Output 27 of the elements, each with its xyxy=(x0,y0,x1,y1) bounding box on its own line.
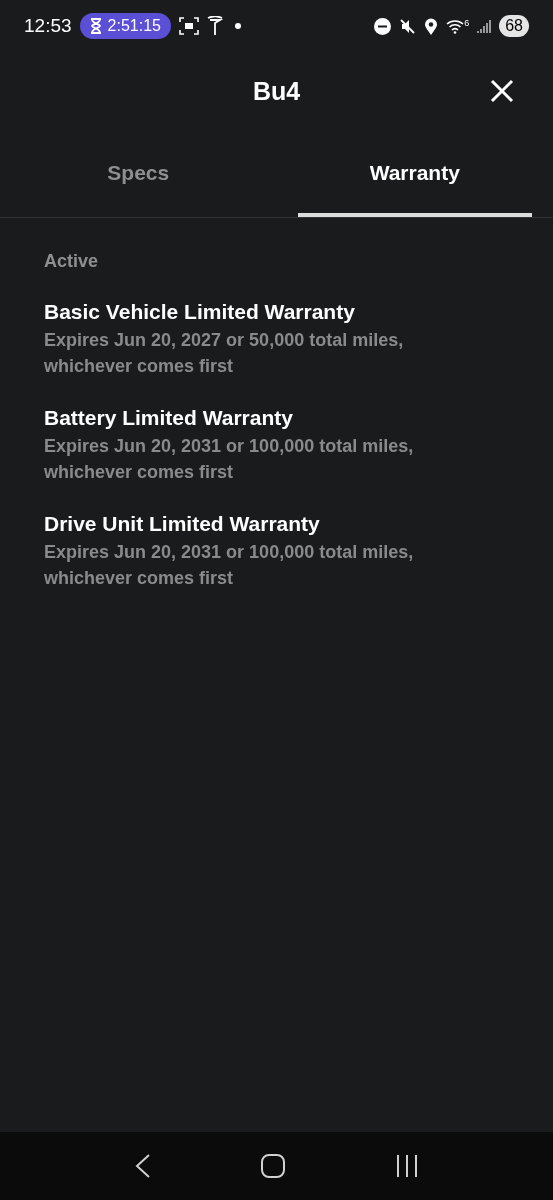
do-not-disturb-icon xyxy=(374,17,392,35)
warranty-detail: Expires Jun 20, 2027 or 50,000 total miles, whichever comes first xyxy=(44,329,405,378)
tesla-logo-icon xyxy=(206,16,223,36)
recent-apps-icon[interactable] xyxy=(395,1154,418,1178)
warranty-detail: Expires Jun 20, 2031 or 100,000 total miles, whichever comes first xyxy=(44,435,415,484)
battery-indicator: 68 xyxy=(499,15,529,37)
tab[interactable]: Specs xyxy=(21,132,256,217)
warranty-title: Drive Unit Limited Warranty xyxy=(44,511,321,537)
home-icon[interactable] xyxy=(261,1154,286,1178)
screenshot-icon xyxy=(178,17,199,35)
dot-icon xyxy=(234,23,241,29)
warranty-title: Battery Limited Warranty xyxy=(44,405,294,431)
close-button[interactable] xyxy=(489,78,515,104)
status-time: 12:53 xyxy=(24,13,72,38)
signal-icon xyxy=(477,18,492,34)
wifi-band-label: 6 xyxy=(464,18,470,28)
location-icon xyxy=(424,17,439,35)
back-icon[interactable] xyxy=(135,1154,152,1178)
tab[interactable]: Warranty xyxy=(297,132,532,217)
section-heading: Active xyxy=(44,250,100,273)
hourglass-icon xyxy=(89,18,102,34)
timer-text: 2:51:15 xyxy=(107,16,161,36)
mute-icon xyxy=(399,17,417,35)
warranty-title: Basic Vehicle Limited Warranty xyxy=(44,299,356,325)
warranty-detail: Expires Jun 20, 2031 or 100,000 total miles, whichever comes first xyxy=(44,541,415,590)
page-title: Bu4 xyxy=(252,76,301,108)
wifi-icon xyxy=(446,18,465,34)
